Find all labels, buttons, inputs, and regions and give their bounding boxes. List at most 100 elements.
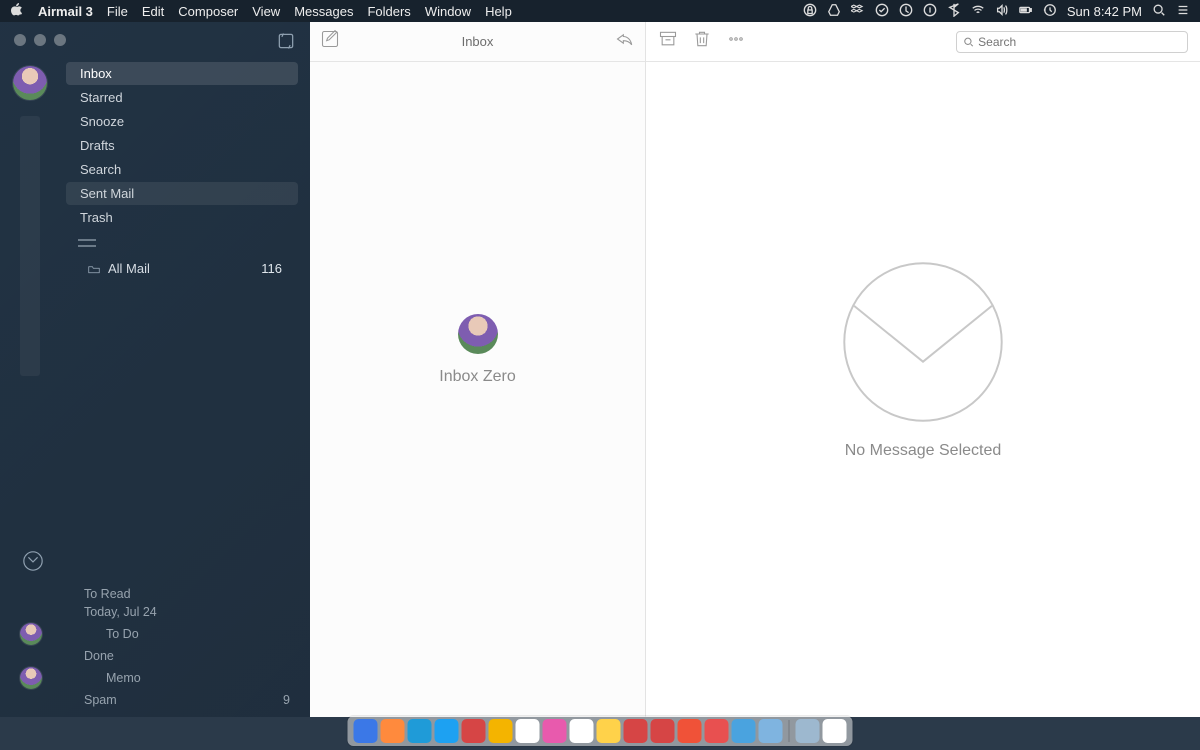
unread-count: 116	[261, 261, 290, 276]
smart-memo[interactable]: Memo	[0, 665, 310, 691]
dock-app[interactable]	[570, 719, 594, 743]
folder-list: Inbox Starred Snooze Drafts Search Sent …	[60, 56, 310, 550]
unread-count: 9	[283, 693, 296, 707]
dock-app[interactable]	[705, 719, 729, 743]
smart-label: Memo	[106, 671, 141, 685]
folder-starred[interactable]: Starred	[66, 86, 298, 109]
lock-icon[interactable]	[803, 3, 817, 20]
smart-to-read[interactable]: To Read	[0, 585, 310, 603]
apple-menu[interactable]	[10, 3, 24, 20]
gdrive-icon[interactable]	[827, 3, 841, 20]
spotlight-icon[interactable]	[1152, 3, 1166, 20]
wifi-icon[interactable]	[971, 3, 985, 20]
folder-search[interactable]: Search	[66, 158, 298, 181]
volume-icon[interactable]	[995, 3, 1009, 20]
dock-app[interactable]	[462, 719, 486, 743]
traffic-close[interactable]	[14, 34, 26, 46]
menu-composer[interactable]: Composer	[178, 4, 238, 19]
sidebar: Inbox Starred Snooze Drafts Search Sent …	[0, 22, 310, 717]
battery-icon[interactable]	[1019, 3, 1033, 20]
smart-spam[interactable]: Spam 9	[0, 691, 310, 709]
dock-separator	[789, 720, 790, 742]
traffic-minimize[interactable]	[34, 34, 46, 46]
smart-label: To Read	[84, 587, 131, 601]
airmail-window: Inbox Starred Snooze Drafts Search Sent …	[0, 22, 1200, 717]
folder-label: All Mail	[108, 261, 150, 276]
no-message-text: No Message Selected	[845, 442, 1002, 460]
smart-label: Today, Jul 24	[84, 605, 157, 619]
timemachine-icon[interactable]	[1043, 3, 1057, 20]
folder-trash[interactable]: Trash	[66, 206, 298, 229]
shield-icon[interactable]	[899, 3, 913, 20]
sidebar-bottom: To Read Today, Jul 24 To Do Done Memo Sp…	[0, 550, 310, 717]
dock-app[interactable]	[435, 719, 459, 743]
dock-app[interactable]	[381, 719, 405, 743]
folder-label: Inbox	[80, 66, 112, 81]
avatar	[20, 623, 42, 645]
dock-app[interactable]	[759, 719, 783, 743]
dock-app[interactable]	[624, 719, 648, 743]
inbox-zero-text: Inbox Zero	[439, 368, 515, 386]
bluetooth-icon[interactable]	[947, 3, 961, 20]
account-avatar[interactable]	[13, 66, 47, 100]
dock-app[interactable]	[651, 719, 675, 743]
sidebar-sync-icon[interactable]	[276, 31, 296, 56]
message-list-pane: Inbox Inbox Zero	[310, 22, 646, 717]
macos-dock[interactable]	[348, 716, 853, 746]
smart-done[interactable]: Done	[0, 647, 310, 665]
menu-help[interactable]: Help	[485, 4, 512, 19]
list-empty-state: Inbox Zero	[310, 22, 645, 677]
sidebar-divider-icon[interactable]	[78, 239, 96, 247]
menu-window[interactable]: Window	[425, 4, 471, 19]
reading-pane: No Message Selected	[646, 22, 1200, 717]
reader-empty-state: No Message Selected	[646, 32, 1200, 687]
dock-app[interactable]	[408, 719, 432, 743]
dock-app[interactable]	[489, 719, 513, 743]
folder-label: Trash	[80, 210, 113, 225]
smart-label: To Do	[106, 627, 139, 641]
folder-label: Snooze	[80, 114, 124, 129]
dock-app[interactable]	[678, 719, 702, 743]
menu-app-name[interactable]: Airmail 3	[38, 4, 93, 19]
folder-label: Starred	[80, 90, 123, 105]
smart-to-do[interactable]: To Do	[0, 621, 310, 647]
smart-today[interactable]: Today, Jul 24	[0, 603, 310, 621]
menu-view[interactable]: View	[252, 4, 280, 19]
macos-menubar: Airmail 3 File Edit Composer View Messag…	[0, 0, 1200, 22]
menubar-clock[interactable]: Sun 8:42 PM	[1067, 4, 1142, 19]
dropbox-icon[interactable]	[851, 3, 865, 20]
folder-inbox[interactable]: Inbox	[66, 62, 298, 85]
folder-drafts[interactable]: Drafts	[66, 134, 298, 157]
folder-sent[interactable]: Sent Mail	[66, 182, 298, 205]
folder-all-mail[interactable]: All Mail 116	[60, 255, 304, 282]
avatar	[20, 667, 42, 689]
folder-icon	[88, 264, 100, 274]
folder-snooze[interactable]: Snooze	[66, 110, 298, 133]
folder-label: Search	[80, 162, 121, 177]
menu-file[interactable]: File	[107, 4, 128, 19]
notification-center-icon[interactable]	[1176, 3, 1190, 20]
dock-app[interactable]	[516, 719, 540, 743]
folder-label: Sent Mail	[80, 186, 134, 201]
menu-folders[interactable]: Folders	[367, 4, 410, 19]
dock-app[interactable]	[543, 719, 567, 743]
dock-app[interactable]	[796, 719, 820, 743]
traffic-zoom[interactable]	[54, 34, 66, 46]
dock-app[interactable]	[823, 719, 847, 743]
menu-messages[interactable]: Messages	[294, 4, 353, 19]
menu-edit[interactable]: Edit	[142, 4, 164, 19]
account-rail	[0, 56, 60, 550]
snooze-section-icon[interactable]	[22, 550, 310, 577]
rail-scroll-indicator	[20, 116, 40, 376]
smart-label: Spam	[84, 693, 117, 707]
envelope-circle-icon	[841, 260, 1005, 424]
dock-app[interactable]	[732, 719, 756, 743]
folder-label: Drafts	[80, 138, 115, 153]
dock-app[interactable]	[597, 719, 621, 743]
dock-app[interactable]	[354, 719, 378, 743]
smart-label: Done	[84, 649, 114, 663]
empty-avatar	[458, 314, 498, 354]
check-circle-icon[interactable]	[875, 3, 889, 20]
onepassword-icon[interactable]	[923, 3, 937, 20]
window-traffic-lights[interactable]	[0, 22, 310, 56]
